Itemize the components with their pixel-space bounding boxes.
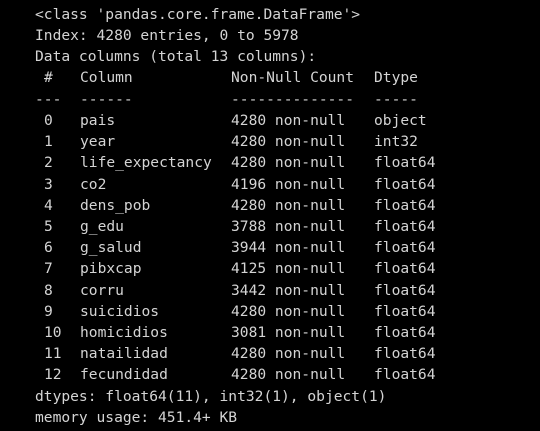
row-column-name: pais (80, 112, 116, 129)
separator-dtype: ----- (374, 91, 418, 108)
row-non-null-count: 4196 non-null (231, 175, 346, 193)
row-index: 1 (44, 133, 53, 151)
row-index: 10 (44, 324, 62, 341)
dtypes-line: dtypes: float64(11), int32(1), object(1) (0, 386, 386, 407)
row-non-null-count: 3081 non-null (231, 324, 346, 341)
row-non-null-count: 3788 non-null (231, 218, 346, 235)
row-index: 5 (44, 218, 53, 235)
row-column-name: pibxcap (80, 260, 142, 278)
row-dtype: float64 (374, 260, 436, 278)
memory-text: memory usage: 451.4+ KB (35, 409, 238, 426)
row-column-name: g_edu (80, 218, 124, 235)
row-dtype: float64 (374, 302, 436, 320)
row-dtype: float64 (374, 366, 436, 384)
row-non-null-count: 4280 non-null (231, 154, 346, 172)
row-index: 9 (44, 302, 53, 320)
class-text: <class 'pandas.core.frame.DataFrame'> (35, 6, 361, 23)
header-column: Column (80, 69, 133, 86)
dataframe-info-output: <class 'pandas.core.frame.DataFrame'> In… (0, 0, 540, 431)
row-dtype: int32 (374, 133, 418, 151)
separator-count: -------------- (231, 91, 355, 108)
index-text: Index: 4280 entries, 0 to 5978 (35, 27, 299, 44)
header-count: Non-Null Count (231, 69, 355, 86)
row-dtype: float64 (374, 154, 436, 172)
row-non-null-count: 4280 non-null (231, 366, 346, 384)
row-column-name: corru (80, 281, 124, 299)
row-index: 0 (44, 112, 53, 129)
row-column-name: natailidad (80, 345, 168, 363)
row-column-name: g_salud (80, 239, 142, 257)
row-dtype: float64 (374, 239, 436, 257)
row-index: 4 (44, 196, 53, 214)
table-header: # Column Non-Null Count Dtype (0, 67, 418, 88)
row-dtype: float64 (374, 218, 436, 235)
table-separator: --- ------ -------------- ----- (0, 89, 418, 110)
row-dtype: object (374, 112, 427, 129)
row-column-name: life_expectancy (80, 154, 212, 172)
separator-column: ------ (80, 91, 133, 108)
header-hash: # (44, 69, 53, 86)
row-column-name: homicidios (80, 324, 168, 341)
row-non-null-count: 4280 non-null (231, 133, 346, 151)
row-index: 11 (44, 345, 62, 363)
row-column-name: co2 (80, 175, 107, 193)
row-column-name: dens_pob (80, 196, 151, 214)
row-index: 7 (44, 260, 53, 278)
row-index: 12 (44, 366, 62, 384)
row-dtype: float64 (374, 281, 436, 299)
row-dtype: float64 (374, 324, 436, 341)
row-index: 2 (44, 154, 53, 172)
row-dtype: float64 (374, 196, 436, 214)
row-non-null-count: 4280 non-null (231, 112, 346, 129)
header-dtype: Dtype (374, 69, 418, 86)
row-dtype: float64 (374, 175, 436, 193)
index-line: Index: 4280 entries, 0 to 5978 (0, 25, 299, 46)
row-non-null-count: 4280 non-null (231, 345, 346, 363)
row-column-name: year (80, 133, 116, 151)
row-index: 6 (44, 239, 53, 257)
row-non-null-count: 4125 non-null (231, 260, 346, 278)
columns-text: Data columns (total 13 columns): (35, 48, 317, 65)
row-non-null-count: 4280 non-null (231, 196, 346, 214)
row-non-null-count: 3442 non-null (231, 281, 346, 299)
memory-line: memory usage: 451.4+ KB (0, 407, 237, 428)
separator-hash: --- (35, 91, 62, 108)
row-non-null-count: 3944 non-null (231, 239, 346, 257)
row-dtype: float64 (374, 345, 436, 363)
row-column-name: fecundidad (80, 366, 168, 384)
row-index: 3 (44, 175, 53, 193)
columns-line: Data columns (total 13 columns): (0, 46, 316, 67)
row-index: 8 (44, 281, 53, 299)
dtypes-text: dtypes: float64(11), int32(1), object(1) (35, 388, 387, 405)
row-column-name: suicidios (80, 302, 160, 320)
row-non-null-count: 4280 non-null (231, 302, 346, 320)
class-line: <class 'pandas.core.frame.DataFrame'> (0, 4, 360, 25)
